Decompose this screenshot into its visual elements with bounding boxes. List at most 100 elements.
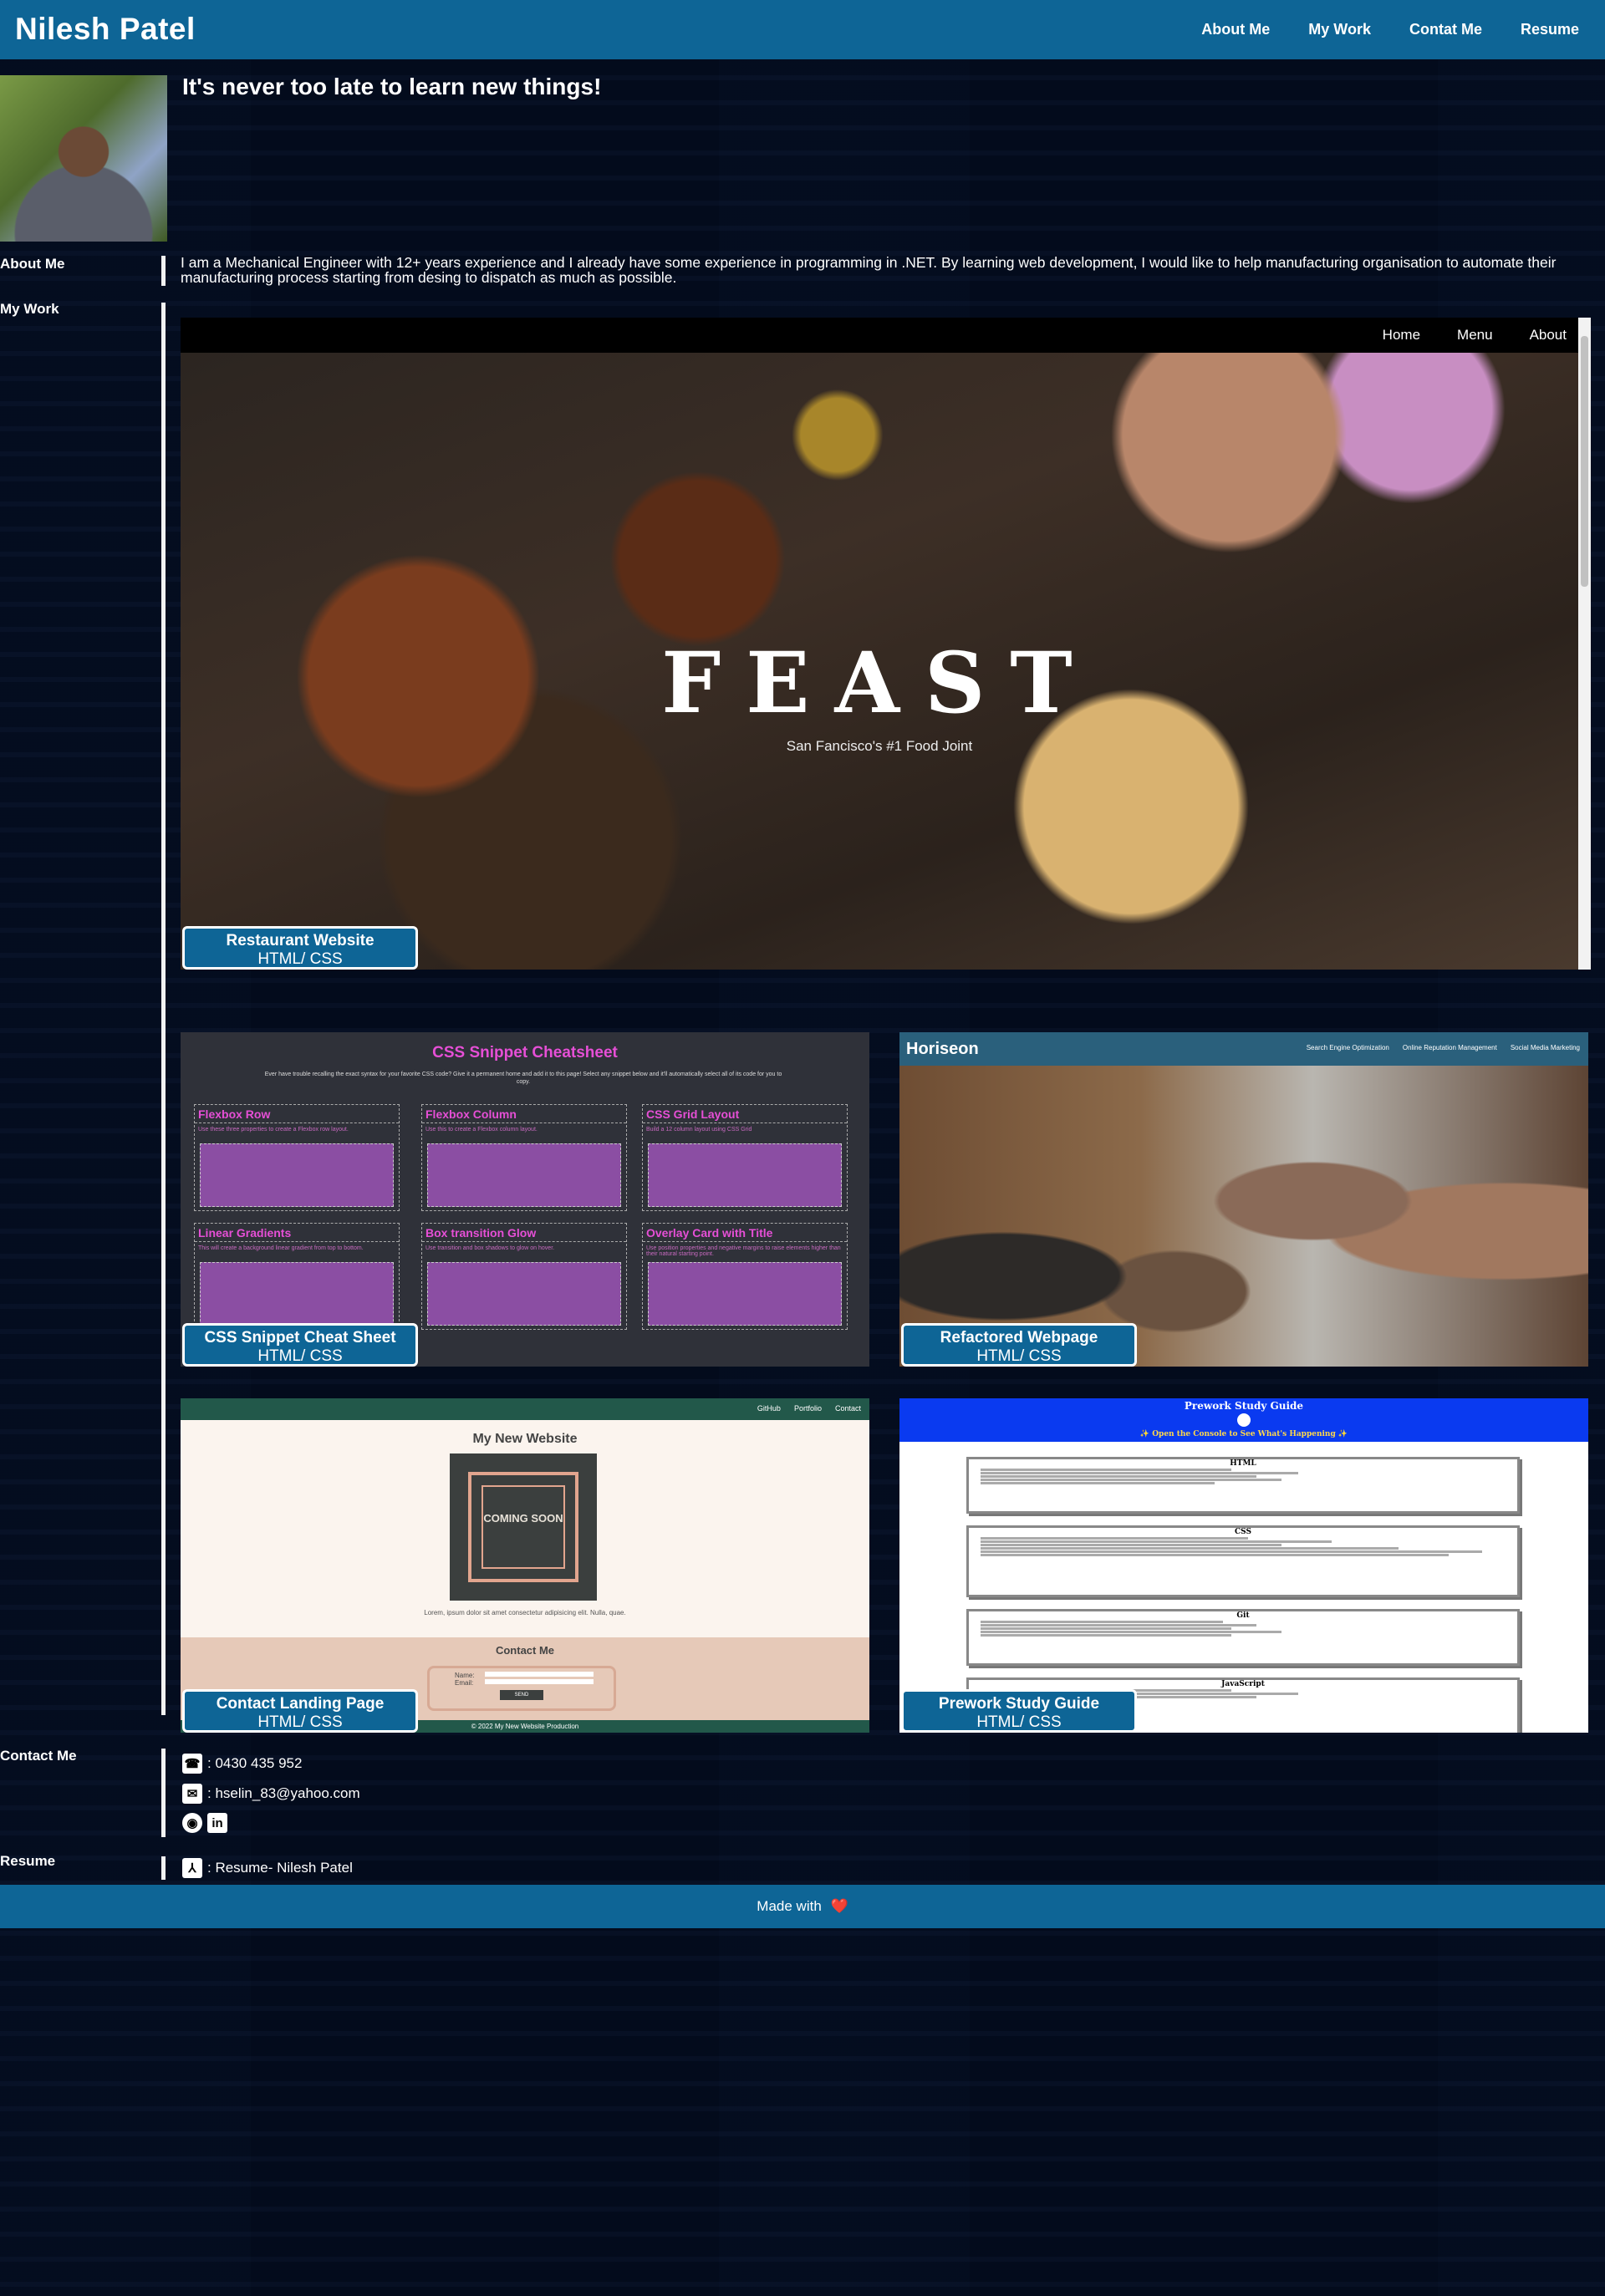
github-icon[interactable]: ◉ [182, 1813, 202, 1833]
project-title: CSS Snippet Cheat Sheet [204, 1329, 396, 1347]
feast-title: FEAST [661, 634, 1098, 732]
snippet-desc: Use these three properties to create a F… [198, 1127, 349, 1133]
project-title: Contact Landing Page [216, 1695, 385, 1713]
landing-nav-portfolio[interactable]: Portfolio [794, 1404, 822, 1413]
study-section-title: Git [1236, 1611, 1250, 1620]
phone-icon: ☎ [182, 1754, 202, 1774]
study-section-title: JavaScript [1221, 1680, 1265, 1688]
snippet-card[interactable]: Overlay Card with Title Use position pro… [642, 1223, 848, 1330]
project-badge[interactable]: CSS Snippet Cheat Sheet HTML/ CSS [182, 1323, 418, 1367]
about-divider [161, 256, 166, 286]
contact-divider [161, 1749, 166, 1837]
email-address[interactable]: : hselin_83@yahoo.com [207, 1785, 360, 1802]
resume-divider [161, 1856, 166, 1880]
project-title: Restaurant Website [226, 932, 374, 949]
email-label: Email: [455, 1679, 474, 1687]
landing-nav-github[interactable]: GitHub [757, 1404, 781, 1413]
snippet-title: Linear Gradients [195, 1224, 399, 1242]
snippet-desc: Use transition and box shadows to glow o… [425, 1245, 555, 1251]
project-prework-study-guide[interactable]: Prework Study Guide ✨ Open the Console t… [899, 1398, 1588, 1733]
study-guide-subtitle: ✨ Open the Console to See What's Happeni… [1139, 1430, 1348, 1438]
work-divider [161, 303, 166, 1715]
snippet-title: Overlay Card with Title [643, 1224, 847, 1242]
project-tech: HTML/ CSS [257, 1347, 343, 1365]
main-nav: About Me My Work Contat Me Resume [1182, 0, 1605, 59]
snippet-title: Flexbox Column [422, 1105, 626, 1123]
preview-scrollbar[interactable] [1578, 318, 1591, 970]
heart-icon: ❤️ [830, 1898, 848, 1914]
horiseon-nav-seo[interactable]: Search Engine Optimization [1307, 1044, 1389, 1051]
about-me-heading: About Me [0, 256, 65, 272]
project-badge[interactable]: Restaurant Website HTML/ CSS [182, 926, 418, 970]
nav-contact-me[interactable]: Contat Me [1390, 21, 1501, 38]
snippet-code [648, 1143, 842, 1207]
coming-soon-graphic: COMING SOON [450, 1453, 597, 1601]
study-section-title: HTML [1230, 1459, 1256, 1468]
nav-my-work[interactable]: My Work [1289, 21, 1390, 38]
feast-nav-bar: Home Menu About [181, 318, 1578, 353]
snippet-card[interactable]: Flexbox Row Use these three properties t… [194, 1104, 400, 1211]
feast-nav-home[interactable]: Home [1383, 327, 1420, 344]
project-title: Refactored Webpage [940, 1329, 1098, 1347]
phone-row: ☎ : 0430 435 952 [182, 1754, 302, 1774]
snippet-desc: Build a 12 column layout using CSS Grid [646, 1127, 752, 1133]
horiseon-hero-image [899, 1066, 1588, 1367]
contact-me-heading: Contact Me [0, 1748, 77, 1764]
horiseon-nav-orm[interactable]: Online Reputation Management [1403, 1044, 1497, 1051]
snippet-desc: Use position properties and negative mar… [646, 1245, 841, 1257]
project-refactored-webpage[interactable]: Horiseon Search Engine Optimization Onli… [899, 1032, 1588, 1367]
my-work-heading: My Work [0, 301, 59, 317]
feast-subtitle: San Fancisco's #1 Food Joint [786, 738, 973, 754]
phone-number[interactable]: : 0430 435 952 [207, 1755, 302, 1772]
pdf-icon: ⅄ [182, 1858, 202, 1878]
email-input[interactable] [485, 1679, 594, 1684]
email-row: ✉ : hselin_83@yahoo.com [182, 1784, 360, 1804]
nav-about-me[interactable]: About Me [1182, 21, 1289, 38]
snippet-title: Flexbox Row [195, 1105, 399, 1123]
name-input[interactable] [485, 1672, 594, 1677]
project-restaurant-website[interactable]: Home Menu About FEAST San Fancisco's #1 … [181, 318, 1591, 1000]
project-css-cheat-sheet[interactable]: CSS Snippet Cheatsheet Ever have trouble… [181, 1032, 869, 1367]
linkedin-icon[interactable]: in [207, 1813, 227, 1833]
study-section-title: CSS [1235, 1528, 1251, 1536]
feast-nav-about[interactable]: About [1530, 327, 1567, 344]
project-tech: HTML/ CSS [257, 950, 343, 968]
send-button[interactable]: SEND [500, 1690, 543, 1700]
snippet-desc: This will create a background linear gra… [198, 1245, 364, 1251]
snippet-card[interactable]: Flexbox Column Use this to create a Flex… [421, 1104, 627, 1211]
snippet-card[interactable]: Linear Gradients This will create a back… [194, 1223, 400, 1330]
horiseon-nav-smm[interactable]: Social Media Marketing [1511, 1044, 1580, 1051]
landing-contact-heading: Contact Me [495, 1644, 555, 1657]
coming-soon-text: COMING SOON [483, 1512, 563, 1525]
envelope-icon: ✉ [182, 1784, 202, 1804]
landing-title: My New Website [472, 1432, 578, 1446]
feast-nav-menu[interactable]: Menu [1457, 327, 1493, 344]
site-footer: Made with ❤️ [0, 1885, 1605, 1928]
project-contact-landing-page[interactable]: GitHub Portfolio Contact My New Website … [181, 1398, 869, 1733]
resume-link[interactable]: : Resume- Nilesh Patel [207, 1860, 353, 1876]
cheatsheet-intro: Ever have trouble recalling the exact sy… [264, 1072, 782, 1085]
snippet-code [200, 1262, 394, 1326]
tagline: It's never too late to learn new things! [182, 74, 602, 99]
resume-heading: Resume [0, 1853, 56, 1869]
landing-nav-contact[interactable]: Contact [835, 1404, 861, 1413]
snippet-code [200, 1143, 394, 1207]
landing-nav-bar: GitHub Portfolio Contact [181, 1398, 869, 1420]
about-me-text: I am a Mechanical Engineer with 12+ year… [181, 254, 1557, 286]
project-badge[interactable]: Prework Study Guide HTML/ CSS [901, 1689, 1137, 1733]
landing-lorem: Lorem, ipsum dolor sit amet consectetur … [424, 1609, 626, 1616]
landing-contact-form: Name: Email: SEND [427, 1666, 616, 1711]
footer-text: Made with [757, 1898, 822, 1914]
name-label: Name: [455, 1672, 475, 1679]
snippet-card[interactable]: CSS Grid Layout Build a 12 column layout… [642, 1104, 848, 1211]
project-badge[interactable]: Refactored Webpage HTML/ CSS [901, 1323, 1137, 1367]
study-section-css: CSS [966, 1525, 1520, 1597]
study-guide-title: Prework Study Guide [1184, 1400, 1304, 1412]
snippet-code [648, 1262, 842, 1326]
site-header: Nilesh Patel About Me My Work Contat Me … [0, 0, 1605, 59]
project-badge[interactable]: Contact Landing Page HTML/ CSS [182, 1689, 418, 1733]
snippet-desc: Use this to create a Flexbox column layo… [425, 1127, 538, 1133]
snippet-card[interactable]: Box transition Glow Use transition and b… [421, 1223, 627, 1330]
study-section-html: HTML [966, 1457, 1520, 1514]
nav-resume[interactable]: Resume [1501, 21, 1605, 38]
